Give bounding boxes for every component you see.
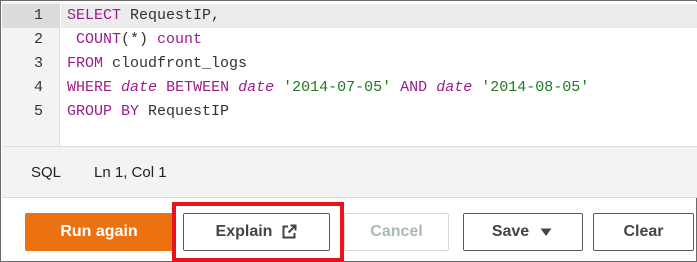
code-token: SELECT: [67, 7, 122, 24]
language-label: SQL: [31, 164, 62, 181]
cancel-label: Cancel: [370, 223, 423, 240]
external-link-icon: [281, 224, 297, 240]
line-number: 5: [33, 103, 43, 120]
clear-label: Clear: [623, 223, 664, 240]
line-number: 2: [33, 31, 43, 48]
code-line[interactable]: WHERE date BETWEEN date '2014-07-05' AND…: [61, 76, 697, 100]
code-token: AND: [400, 79, 428, 96]
caret-down-icon: [538, 224, 554, 240]
line-number: 1: [2, 4, 60, 28]
code-line[interactable]: SELECT RequestIP,: [61, 4, 697, 28]
code-token: (*): [121, 31, 158, 48]
editor-status-bar: SQL Ln 1, Col 1: [2, 146, 697, 198]
run-again-button[interactable]: Run again: [25, 213, 173, 251]
explain-button[interactable]: Explain: [183, 213, 330, 251]
line-number-gutter: 1 2 3 4 5: [2, 2, 60, 146]
code-token: RequestIP,: [121, 7, 221, 24]
code-token: date: [436, 79, 473, 96]
explain-label: Explain: [215, 223, 273, 240]
code-token: GROUP BY: [67, 103, 140, 120]
code-token: COUNT: [76, 31, 122, 48]
run-again-label: Run again: [60, 223, 138, 240]
code-token: cloudfront_logs: [103, 55, 248, 72]
code-token: count: [157, 31, 203, 48]
code-token: '2014-07-05': [283, 79, 392, 96]
query-editor-panel: 1 2 3 4 5 SELECT RequestIP, COUNT(*) cou…: [0, 0, 697, 262]
code-token: '2014-08-05': [481, 79, 590, 96]
code-token: FROM: [67, 55, 104, 72]
save-label: Save: [491, 223, 530, 240]
code-token: BETWEEN: [166, 79, 230, 96]
cursor-position: Ln 1, Col 1: [94, 164, 167, 181]
code-line[interactable]: COUNT(*) count: [61, 28, 697, 52]
save-button[interactable]: Save: [463, 213, 583, 251]
line-number: 4: [33, 79, 43, 96]
code-token: RequestIP: [139, 103, 230, 120]
code-token: WHERE: [67, 79, 113, 96]
sql-editor[interactable]: 1 2 3 4 5 SELECT RequestIP, COUNT(*) cou…: [2, 2, 697, 146]
code-area[interactable]: SELECT RequestIP, COUNT(*) count FROM cl…: [61, 2, 697, 146]
code-token: date: [238, 79, 275, 96]
code-token: date: [121, 79, 158, 96]
cancel-button[interactable]: Cancel: [344, 213, 449, 251]
line-number: 3: [33, 55, 43, 72]
code-line[interactable]: FROM cloudfront_logs: [61, 52, 697, 76]
clear-button[interactable]: Clear: [593, 213, 694, 251]
code-line[interactable]: GROUP BY RequestIP: [61, 100, 697, 124]
